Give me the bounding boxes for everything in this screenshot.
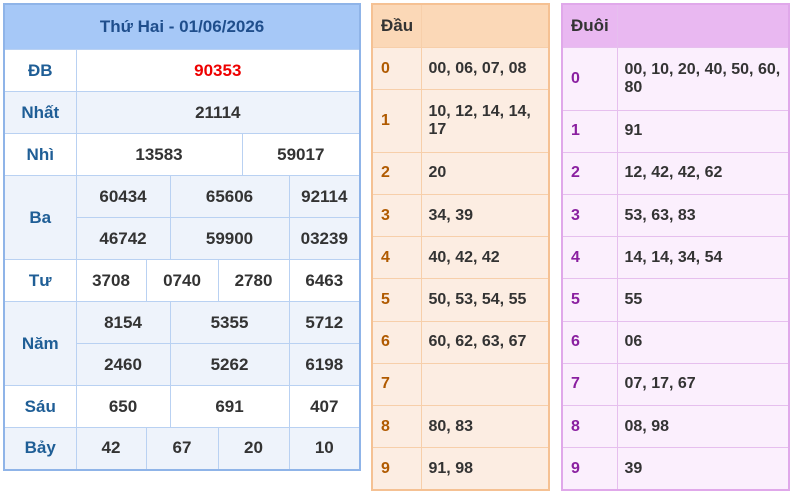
head-digit: 2 [371, 151, 422, 195]
tail-digit: 8 [561, 404, 618, 449]
prize-value-bay: 67 [145, 427, 219, 470]
head-digit: 0 [371, 47, 422, 91]
head-digit: 3 [371, 193, 422, 238]
tail-values: 39 [616, 447, 790, 491]
prize-value-nhi: 13583 [75, 133, 243, 176]
head-digit: 4 [371, 236, 422, 280]
prize-value-nam: 5355 [169, 301, 290, 344]
prize-label-db: ĐB [3, 49, 77, 92]
prize-value-tu: 3708 [75, 259, 147, 302]
head-header-empty [420, 3, 550, 49]
prize-label-nhat: Nhất [3, 91, 77, 134]
tail-digit: 6 [561, 320, 618, 364]
tail-digit: 3 [561, 193, 618, 238]
head-values: 50, 53, 54, 55 [420, 278, 550, 322]
prize-value-tu: 2780 [217, 259, 290, 302]
prize-label-nam: Năm [3, 301, 77, 386]
head-digit: 1 [371, 89, 422, 153]
tail-header: Đuôi [561, 3, 618, 49]
prize-value-ba: 60434 [75, 175, 171, 218]
prize-value-ba: 59900 [169, 217, 290, 260]
head-digit: 5 [371, 278, 422, 322]
head-values: 10, 12, 14, 14, 17 [420, 89, 550, 153]
prize-value-tu: 6463 [288, 259, 361, 302]
head-values: 60, 62, 63, 67 [420, 320, 550, 364]
head-values: 91, 98 [420, 447, 550, 491]
results-title: Thứ Hai - 01/06/2026 [3, 3, 361, 50]
tail-header-empty [616, 3, 790, 49]
prize-value-nam: 6198 [288, 343, 361, 386]
tail-digit: 9 [561, 447, 618, 491]
prize-value-ba: 65606 [169, 175, 290, 218]
tail-values: 12, 42, 42, 62 [616, 151, 790, 195]
tail-digit: 5 [561, 278, 618, 322]
prize-value-bay: 20 [217, 427, 290, 470]
head-header: Đầu [371, 3, 422, 49]
prize-label-sau: Sáu [3, 385, 77, 428]
prize-value-nhat: 21114 [75, 91, 361, 134]
tail-values: 00, 10, 20, 40, 50, 60, 80 [616, 47, 790, 111]
tail-table: Đuôi 0 00, 10, 20, 40, 50, 60, 80 1 91 2 12… [561, 3, 790, 491]
head-values: 80, 83 [420, 404, 550, 449]
head-table: Đầu 0 00, 06, 07, 08 1 10, 12, 14, 14, 17 … [371, 3, 550, 491]
prize-value-sau: 691 [169, 385, 290, 428]
prize-value-db: 90353 [75, 49, 361, 92]
prize-value-sau: 650 [75, 385, 171, 428]
tail-digit: 7 [561, 362, 618, 406]
prize-label-tu: Tư [3, 259, 77, 302]
head-values: 00, 06, 07, 08 [420, 47, 550, 91]
prize-value-bay: 42 [75, 427, 147, 470]
prize-value-ba: 92114 [288, 175, 361, 218]
prize-value-sau: 407 [288, 385, 361, 428]
prize-label-nhi: Nhì [3, 133, 77, 176]
results-table: Thứ Hai - 01/06/2026 ĐB 90353 Nhất 21114… [3, 3, 362, 471]
prize-value-ba: 03239 [288, 217, 361, 260]
prize-value-nam: 2460 [75, 343, 171, 386]
prize-value-bay: 10 [288, 427, 361, 470]
prize-label-bay: Bảy [3, 427, 77, 470]
prize-value-nam: 8154 [75, 301, 171, 344]
head-values [420, 362, 550, 406]
head-values: 40, 42, 42 [420, 236, 550, 280]
prize-value-nhi: 59017 [241, 133, 361, 176]
head-digit: 8 [371, 404, 422, 449]
tail-values: 14, 14, 34, 54 [616, 236, 790, 280]
head-values: 20 [420, 151, 550, 195]
head-digit: 7 [371, 362, 422, 406]
prize-label-ba: Ba [3, 175, 77, 260]
tail-values: 06 [616, 320, 790, 364]
head-digit: 6 [371, 320, 422, 364]
tail-values: 08, 98 [616, 404, 790, 449]
tail-digit: 1 [561, 109, 618, 153]
tail-digit: 2 [561, 151, 618, 195]
prize-value-nam: 5712 [288, 301, 361, 344]
head-digit: 9 [371, 447, 422, 491]
prize-value-ba: 46742 [75, 217, 171, 260]
prize-value-tu: 0740 [145, 259, 219, 302]
tail-digit: 4 [561, 236, 618, 280]
tail-values: 07, 17, 67 [616, 362, 790, 406]
tail-values: 91 [616, 109, 790, 153]
head-values: 34, 39 [420, 193, 550, 238]
prize-value-nam: 5262 [169, 343, 290, 386]
tail-digit: 0 [561, 47, 618, 111]
tail-values: 53, 63, 83 [616, 193, 790, 238]
tail-values: 55 [616, 278, 790, 322]
